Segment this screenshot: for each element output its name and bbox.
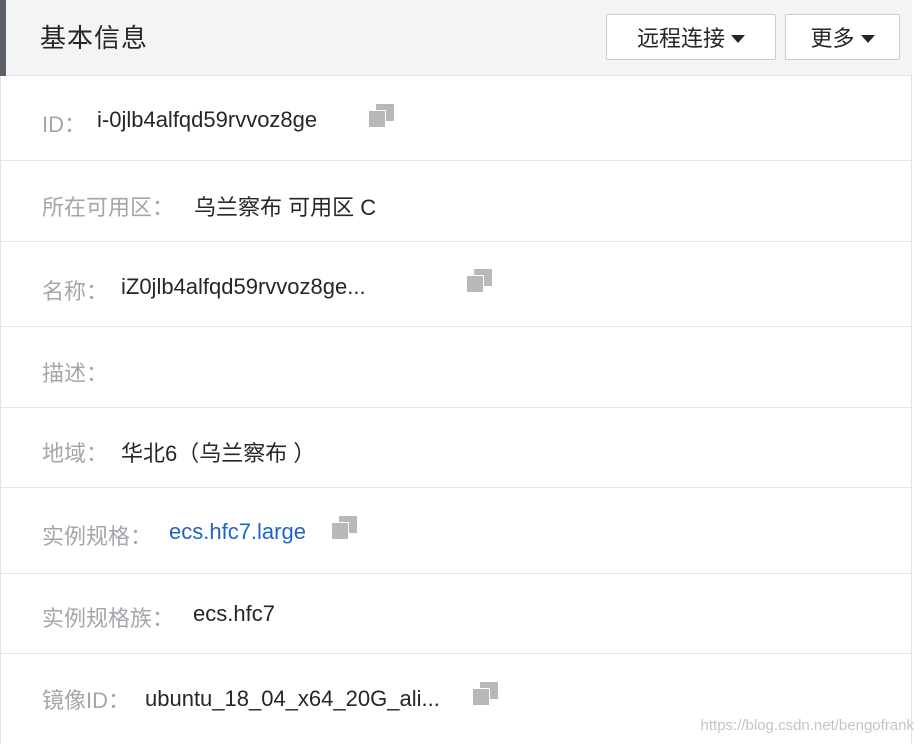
copy-icon[interactable] [472,682,498,706]
page-title: 基本信息 [40,23,149,53]
instance-family-label: 实例规格族： [42,606,175,631]
remote-connect-label: 远程连接 [636,26,725,51]
instance-type-label: 实例规格： [42,524,153,549]
remote-connect-button[interactable]: 远程连接 [606,14,776,60]
copy-icon[interactable] [331,516,357,540]
info-row-instance-family: 实例规格族： ecs.hfc7 [0,574,912,654]
instance-family-value: ecs.hfc7 [193,601,275,626]
name-label: 名称： [42,279,109,304]
panel-header: 基本信息 远程连接 更多 [0,0,912,76]
description-label: 描述： [42,361,109,386]
more-button[interactable]: 更多 [785,14,900,60]
basic-info-panel: 基本信息 远程连接 更多 ID： i-0jlb4alfqd59rvvoz8ge … [0,0,912,744]
image-id-value: ubuntu_18_04_x64_20G_ali... [145,686,440,711]
image-id-label: 镜像ID： [42,688,131,713]
watermark-text: https://blog.csdn.net/bengofrank [700,717,914,734]
more-label: 更多 [810,26,855,51]
id-value: i-0jlb4alfqd59rvvoz8ge [97,107,318,132]
copy-icon[interactable] [368,104,394,128]
zone-label: 所在可用区： [42,195,175,220]
chevron-down-icon [731,34,745,43]
zone-value: 乌兰察布 可用区 C [194,195,377,220]
info-row-name: 名称： iZ0jlb4alfqd59rvvoz8ge... [0,242,912,327]
info-row-id: ID： i-0jlb4alfqd59rvvoz8ge [0,76,912,161]
chevron-down-icon [860,34,875,43]
name-value: iZ0jlb4alfqd59rvvoz8ge... [121,274,366,299]
info-row-zone: 所在可用区： 乌兰察布 可用区 C [0,161,912,242]
copy-icon[interactable] [466,269,492,293]
info-row-description: 描述： [0,327,912,408]
region-label: 地域： [42,441,109,466]
info-row-region: 地域： 华北6（乌兰察布 ） [0,408,912,488]
info-row-instance-type: 实例规格： ecs.hfc7.large [0,488,912,574]
header-accent-bar [0,0,6,76]
region-value: 华北6（乌兰察布 ） [121,441,316,466]
id-label: ID： [42,112,87,137]
instance-type-link[interactable]: ecs.hfc7.large [169,519,306,545]
